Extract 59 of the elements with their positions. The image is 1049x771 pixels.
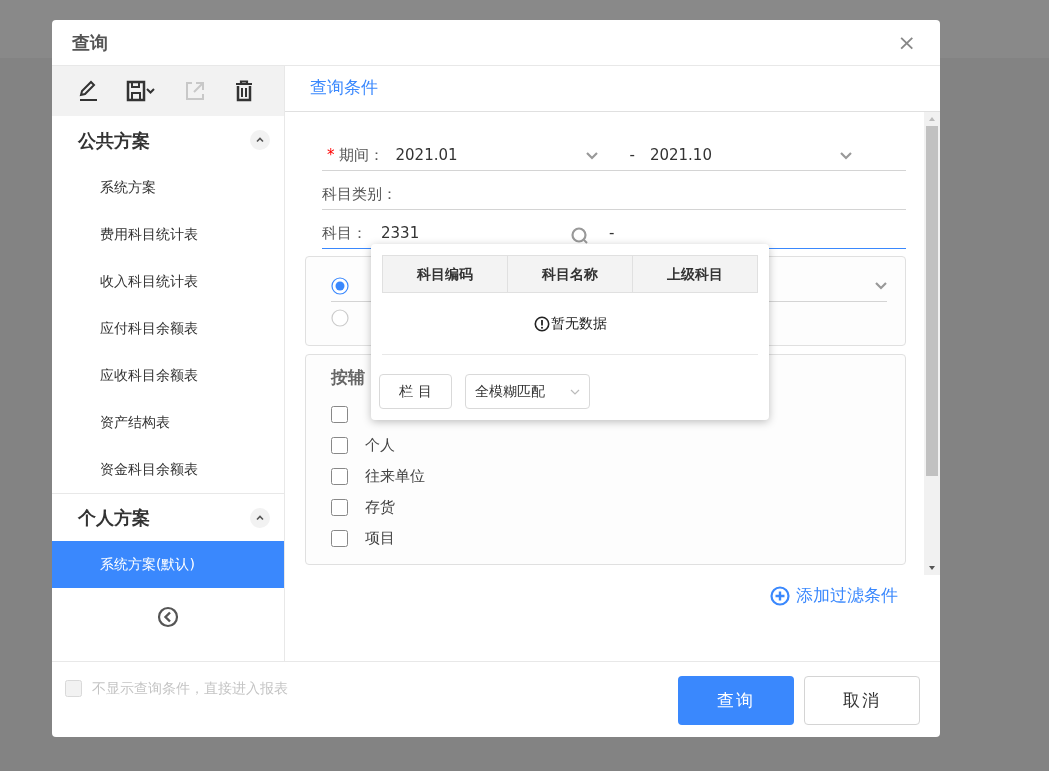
required-mark: *	[327, 144, 335, 166]
group-title: 个人方案	[78, 506, 150, 530]
close-button[interactable]: ×	[897, 31, 916, 54]
checkbox[interactable]	[331, 436, 348, 454]
scrollbar[interactable]	[924, 112, 940, 575]
radio-button[interactable]	[331, 277, 349, 295]
sidebar-item[interactable]: 资金科目余额表	[52, 446, 284, 493]
column-header: 上级科目	[632, 256, 757, 292]
search-icon[interactable]	[571, 227, 588, 244]
sidebar-item[interactable]: 应付科目余额表	[52, 305, 284, 352]
cancel-button[interactable]: 取消	[804, 676, 920, 725]
field-value: 2331	[381, 222, 421, 244]
tab[interactable]: 查询条件	[310, 74, 378, 111]
add-icon	[770, 585, 790, 606]
panel-title: 按辅	[331, 366, 365, 389]
chevron-down-icon[interactable]	[585, 152, 598, 160]
columns-button[interactable]: 栏 目	[379, 374, 452, 409]
add-filter-link[interactable]: 添加过滤条件	[770, 583, 898, 609]
warning-icon	[533, 315, 550, 332]
checkbox[interactable]	[331, 467, 348, 485]
sidebar-item[interactable]: 应收科目余额表	[52, 352, 284, 399]
delete-icon[interactable]	[234, 80, 254, 102]
group-title: 公共方案	[78, 128, 150, 153]
scrollbar-thumb[interactable]	[926, 126, 938, 476]
field-label: 科目：	[322, 222, 367, 244]
form-field[interactable]: 科目类别：	[322, 171, 906, 210]
field-label: 期间：	[338, 144, 384, 166]
sidebar-item[interactable]: 系统方案	[52, 164, 284, 211]
sidebar-item[interactable]: 资产结构表	[52, 399, 284, 446]
range-separator: -	[609, 222, 615, 244]
collapse-icon[interactable]	[250, 507, 270, 528]
save-icon[interactable]	[126, 80, 156, 102]
radio-button[interactable]	[331, 308, 349, 327]
edit-icon[interactable]	[78, 80, 98, 102]
checkbox-label: 往来单位	[365, 465, 425, 487]
checkbox-label: 不显示查询条件，直接进入报表	[92, 679, 288, 698]
checkbox[interactable]	[331, 529, 348, 547]
checkbox-label: 存货	[365, 496, 395, 518]
checkbox-label: 项目	[365, 527, 395, 549]
sidebar-item[interactable]: 费用科目统计表	[52, 211, 284, 258]
column-header: 科目编码	[415, 264, 474, 284]
column-header: 科目名称	[507, 256, 632, 292]
chevron-down-icon[interactable]	[875, 282, 887, 290]
checkbox[interactable]	[331, 405, 348, 423]
empty-message: 暂无数据	[550, 314, 607, 333]
chevron-down-icon[interactable]	[839, 152, 852, 160]
collapse-icon[interactable]	[250, 130, 270, 150]
field-label: 科目类别：	[322, 183, 397, 205]
checkbox[interactable]	[331, 498, 348, 516]
field-value: 2021.01	[395, 144, 459, 166]
checkbox-label: 个人	[365, 434, 395, 456]
match-select[interactable]: 全模糊匹配	[465, 374, 590, 409]
chevron-down-icon	[570, 388, 580, 395]
dialog-title: 查询	[72, 31, 108, 55]
range-separator: -	[629, 144, 635, 166]
sidebar-item[interactable]: 收入科目统计表	[52, 258, 284, 305]
field-value: 2021.10	[649, 144, 713, 166]
form-field[interactable]: * 期间： 2021.01 - 2021.10	[322, 132, 906, 171]
collapse-left-icon[interactable]	[157, 606, 179, 628]
